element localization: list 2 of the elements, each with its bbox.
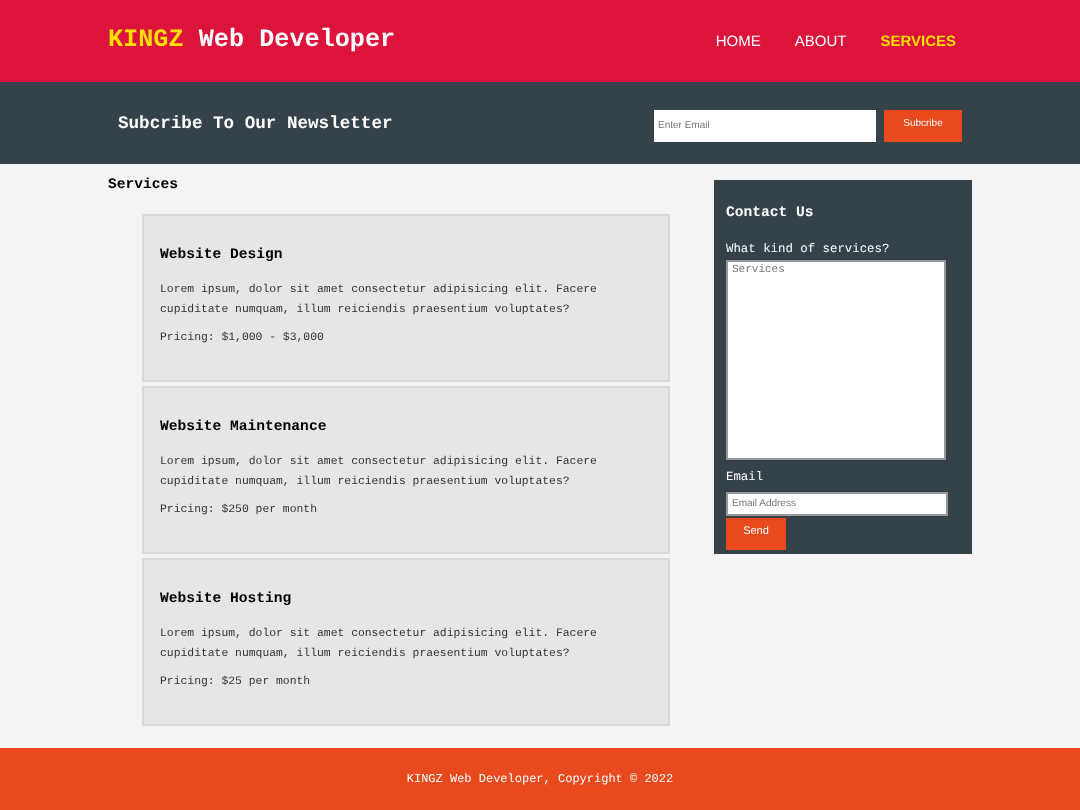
- newsletter-title: Subcribe To Our Newsletter: [118, 111, 393, 138]
- site-logo[interactable]: KINGZ Web Developer: [108, 22, 396, 60]
